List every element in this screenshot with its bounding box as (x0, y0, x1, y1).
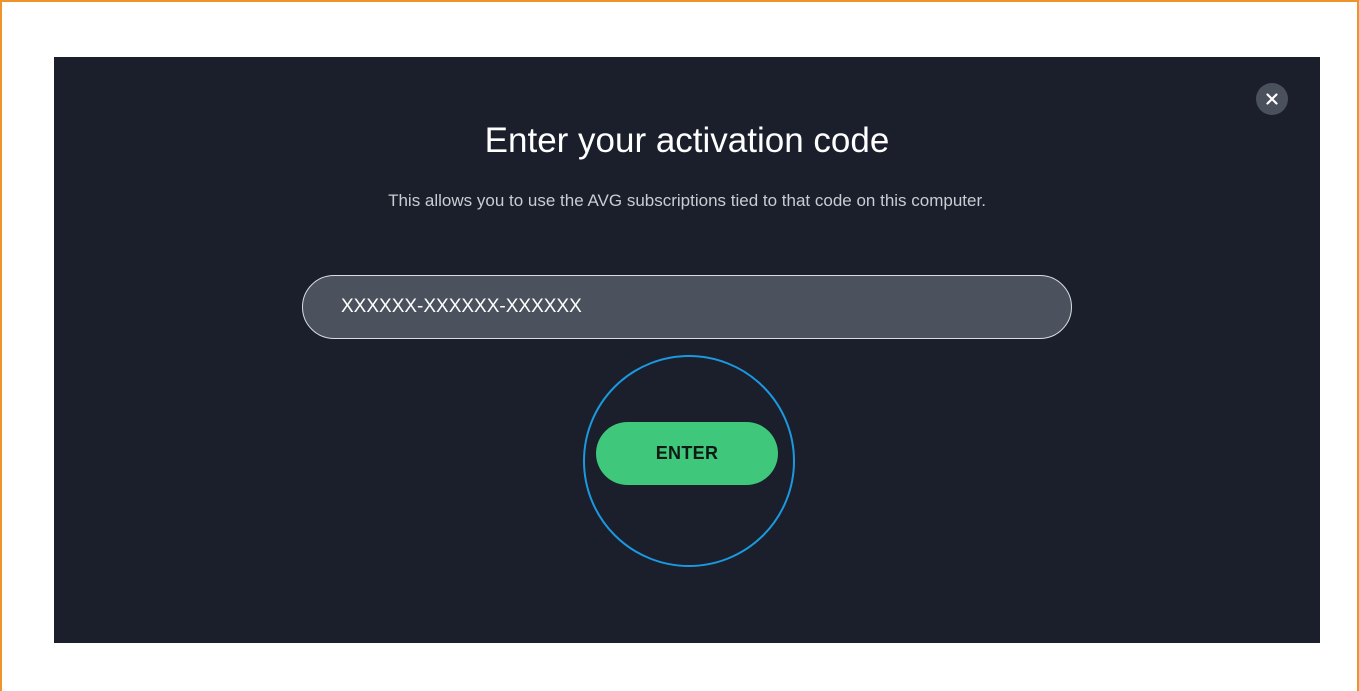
enter-button[interactable]: ENTER (596, 422, 778, 485)
activation-dialog: Enter your activation code This allows y… (54, 57, 1320, 643)
screenshot-frame: Enter your activation code This allows y… (0, 0, 1359, 691)
activation-code-input[interactable] (302, 275, 1072, 339)
dialog-subtitle: This allows you to use the AVG subscript… (388, 191, 986, 210)
dialog-title: Enter your activation code (484, 121, 890, 160)
close-icon (1266, 93, 1278, 105)
close-button[interactable] (1256, 83, 1288, 115)
